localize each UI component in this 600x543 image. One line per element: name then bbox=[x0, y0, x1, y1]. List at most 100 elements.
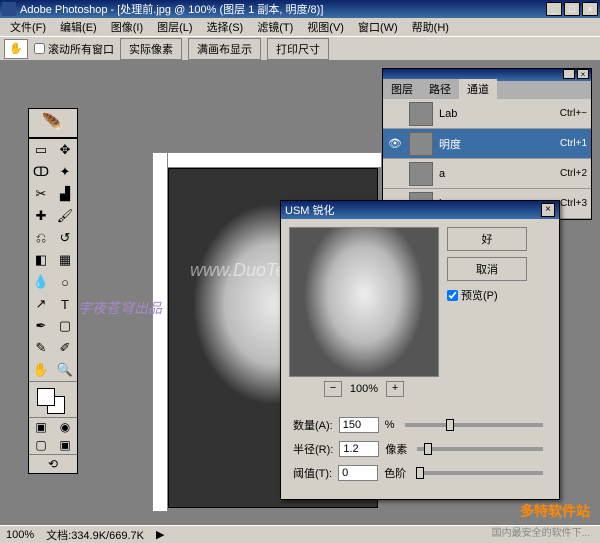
shape-tool[interactable]: ▢ bbox=[53, 315, 77, 337]
stamp-tool[interactable]: ⎌ bbox=[29, 227, 53, 249]
channel-name: Lab bbox=[439, 108, 554, 120]
preview-checkbox[interactable]: 预览(P) bbox=[447, 287, 527, 303]
status-zoom[interactable]: 100% bbox=[6, 529, 34, 541]
move-tool[interactable]: ✥ bbox=[53, 139, 77, 161]
app-icon bbox=[2, 2, 16, 16]
minimize-button[interactable]: _ bbox=[546, 2, 562, 16]
radius-slider[interactable] bbox=[417, 447, 543, 451]
panel-close[interactable]: × bbox=[577, 69, 589, 79]
radius-input[interactable] bbox=[339, 441, 379, 457]
scroll-all-label: 滚动所有窗口 bbox=[48, 41, 114, 57]
menu-edit[interactable]: 编辑(E) bbox=[54, 18, 103, 36]
preview-check-input[interactable] bbox=[447, 290, 458, 301]
title-bar: Adobe Photoshop - [处理前.jpg @ 100% (图层 1 … bbox=[0, 0, 600, 18]
dialog-close-button[interactable]: × bbox=[541, 203, 555, 217]
actual-pixels-button[interactable]: 实际像素 bbox=[120, 38, 182, 60]
usm-dialog: USM 锐化 × − 100% + 好 取消 预览(P) 数量(A): % bbox=[280, 200, 560, 500]
jump-to-imageready[interactable]: ⟲ bbox=[29, 455, 77, 473]
channel-name: 明度 bbox=[439, 136, 554, 152]
zoom-in-button[interactable]: + bbox=[386, 381, 404, 397]
path-tool[interactable]: ↗ bbox=[29, 293, 53, 315]
standard-mode[interactable]: ▣ bbox=[29, 418, 53, 436]
screen-mode-2[interactable]: ▣ bbox=[53, 436, 77, 454]
channels-panel: _ × 图层 路径 通道 Lab Ctrl+~ 👁 明度 Ctrl+1 a Ct… bbox=[382, 68, 592, 220]
watermark-author: 宇夜苍穹出品 bbox=[78, 298, 162, 318]
amount-slider[interactable] bbox=[405, 423, 543, 427]
print-size-button[interactable]: 打印尺寸 bbox=[267, 38, 329, 60]
tab-channels[interactable]: 通道 bbox=[459, 79, 497, 99]
radius-label: 半径(R): bbox=[293, 441, 333, 457]
eyedropper-tool[interactable]: ✐ bbox=[53, 337, 77, 359]
menu-view[interactable]: 视图(V) bbox=[301, 18, 350, 36]
menu-select[interactable]: 选择(S) bbox=[201, 18, 250, 36]
channel-thumb bbox=[409, 162, 433, 186]
menu-help[interactable]: 帮助(H) bbox=[406, 18, 455, 36]
menu-bar: 文件(F) 编辑(E) 图像(I) 图层(L) 选择(S) 滤镜(T) 视图(V… bbox=[0, 18, 600, 36]
foreground-color[interactable] bbox=[37, 388, 55, 406]
notes-tool[interactable]: ✎ bbox=[29, 337, 53, 359]
toolbox-header-icon: 🪶 bbox=[28, 108, 78, 138]
hand-tool-icon[interactable]: ✋ bbox=[4, 39, 28, 59]
window-title: Adobe Photoshop - [处理前.jpg @ 100% (图层 1 … bbox=[20, 1, 546, 17]
tab-paths[interactable]: 路径 bbox=[421, 79, 459, 99]
tab-layers[interactable]: 图层 bbox=[383, 79, 421, 99]
screen-mode-1[interactable]: ▢ bbox=[29, 436, 53, 454]
ruler-vertical bbox=[152, 152, 168, 512]
eye-icon[interactable]: 👁 bbox=[387, 137, 403, 150]
lasso-tool[interactable]: ↀ bbox=[29, 161, 53, 183]
history-brush-tool[interactable]: ↺ bbox=[53, 227, 77, 249]
channel-shortcut: Ctrl+2 bbox=[560, 168, 587, 179]
amount-label: 数量(A): bbox=[293, 417, 333, 433]
scroll-all-checkbox[interactable]: 滚动所有窗口 bbox=[34, 41, 114, 57]
quickmask-mode[interactable]: ◉ bbox=[53, 418, 77, 436]
amount-input[interactable] bbox=[339, 417, 379, 433]
toolbox: ▭ ✥ ↀ ✦ ✂ ▟ ✚ 🖌 ⎌ ↺ ◧ ▦ 💧 ○ ↗ T ✒ ▢ ✎ ✐ … bbox=[28, 138, 78, 474]
dodge-tool[interactable]: ○ bbox=[53, 271, 77, 293]
heal-tool[interactable]: ✚ bbox=[29, 205, 53, 227]
duote-tagline: 国内最安全的软件下... bbox=[492, 524, 590, 539]
channel-shortcut: Ctrl+1 bbox=[560, 138, 587, 149]
options-bar: ✋ 滚动所有窗口 实际像素 满画布显示 打印尺寸 bbox=[0, 36, 600, 60]
ok-button[interactable]: 好 bbox=[447, 227, 527, 251]
fit-screen-button[interactable]: 满画布显示 bbox=[188, 38, 261, 60]
crop-tool[interactable]: ✂ bbox=[29, 183, 53, 205]
menu-filter[interactable]: 滤镜(T) bbox=[251, 18, 299, 36]
panel-minimize[interactable]: _ bbox=[563, 69, 575, 79]
blur-tool[interactable]: 💧 bbox=[29, 271, 53, 293]
gradient-tool[interactable]: ▦ bbox=[53, 249, 77, 271]
channel-row-lightness[interactable]: 👁 明度 Ctrl+1 bbox=[383, 129, 591, 159]
color-swatches bbox=[29, 381, 77, 417]
type-tool[interactable]: T bbox=[53, 293, 77, 315]
maximize-button[interactable]: □ bbox=[564, 2, 580, 16]
hand-tool[interactable]: ✋ bbox=[29, 359, 53, 381]
zoom-value: 100% bbox=[350, 383, 378, 395]
preview-label: 预览(P) bbox=[461, 287, 498, 303]
channel-thumb bbox=[409, 132, 433, 156]
channel-row-a[interactable]: a Ctrl+2 bbox=[383, 159, 591, 189]
cancel-button[interactable]: 取消 bbox=[447, 257, 527, 281]
menu-layer[interactable]: 图层(L) bbox=[151, 18, 198, 36]
duote-logo: 多特软件站 bbox=[520, 501, 590, 521]
threshold-slider[interactable] bbox=[416, 471, 543, 475]
channel-thumb bbox=[409, 102, 433, 126]
channel-shortcut: Ctrl+3 bbox=[560, 198, 587, 209]
wand-tool[interactable]: ✦ bbox=[53, 161, 77, 183]
brush-tool[interactable]: 🖌 bbox=[53, 205, 77, 227]
threshold-input[interactable] bbox=[338, 465, 378, 481]
slice-tool[interactable]: ▟ bbox=[53, 183, 77, 205]
dialog-titlebar[interactable]: USM 锐化 × bbox=[281, 201, 559, 219]
menu-file[interactable]: 文件(F) bbox=[4, 18, 52, 36]
zoom-out-button[interactable]: − bbox=[324, 381, 342, 397]
pen-tool[interactable]: ✒ bbox=[29, 315, 53, 337]
channel-row-lab[interactable]: Lab Ctrl+~ bbox=[383, 99, 591, 129]
preview-image[interactable] bbox=[289, 227, 439, 377]
scroll-all-input[interactable] bbox=[34, 43, 45, 54]
marquee-tool[interactable]: ▭ bbox=[29, 139, 53, 161]
channel-name: a bbox=[439, 168, 554, 180]
menu-window[interactable]: 窗口(W) bbox=[352, 18, 404, 36]
amount-unit: % bbox=[385, 419, 395, 431]
zoom-tool[interactable]: 🔍 bbox=[53, 359, 77, 381]
close-button[interactable]: × bbox=[582, 2, 598, 16]
eraser-tool[interactable]: ◧ bbox=[29, 249, 53, 271]
menu-image[interactable]: 图像(I) bbox=[105, 18, 149, 36]
